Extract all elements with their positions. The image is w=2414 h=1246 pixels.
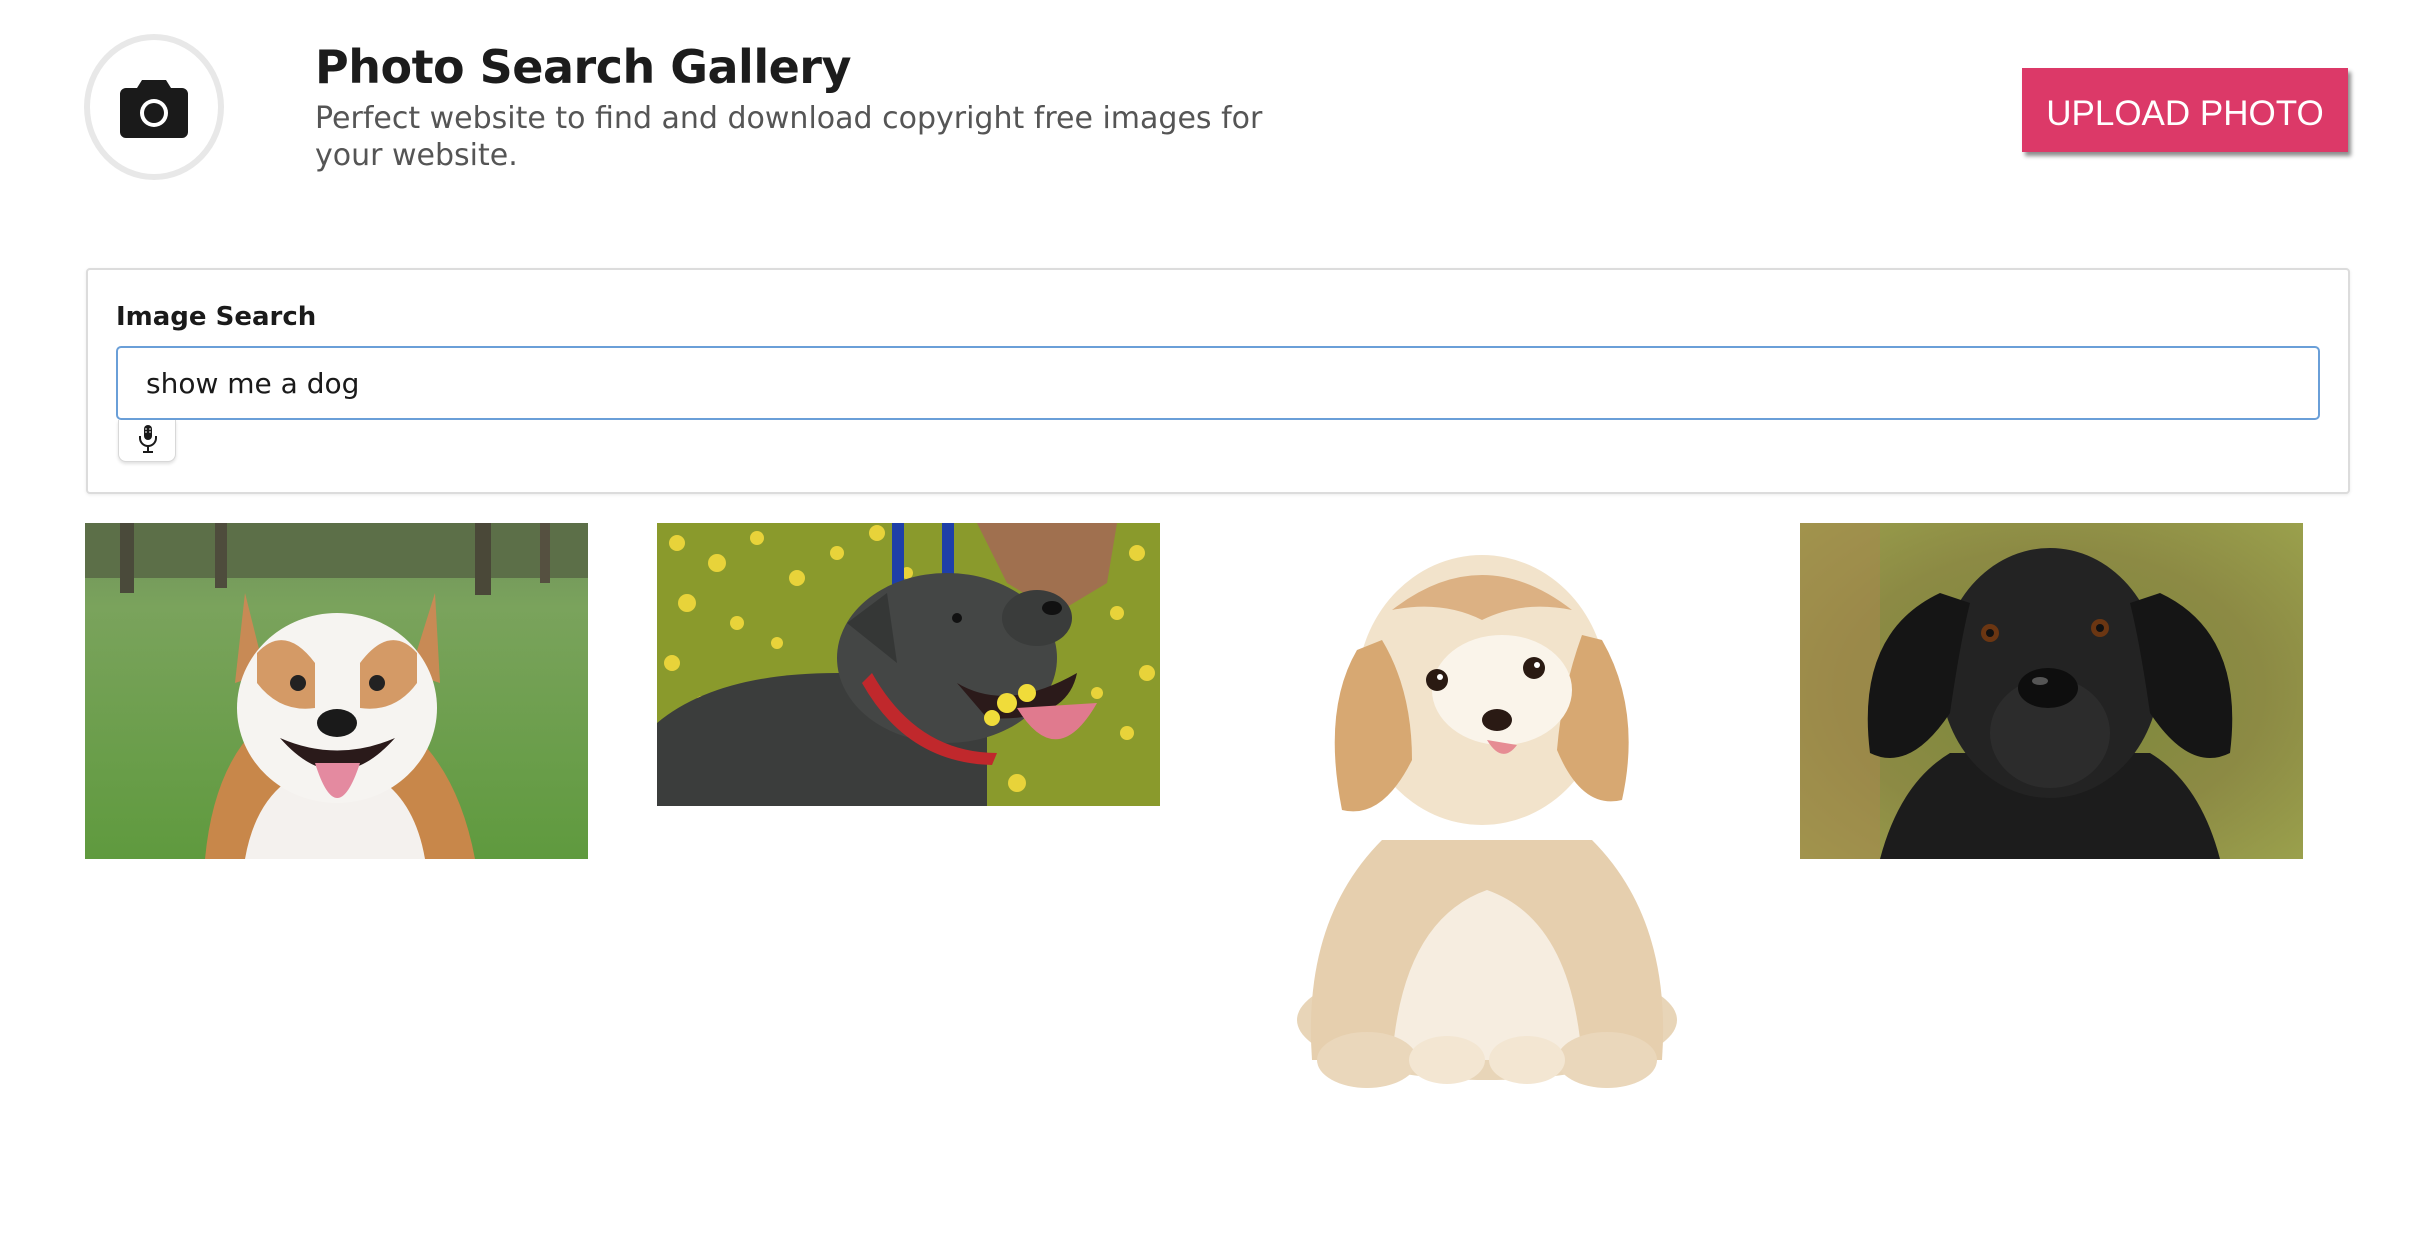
microphone-icon <box>139 425 157 453</box>
gallery-image-1[interactable] <box>85 523 588 859</box>
gallery-image-3[interactable] <box>1272 540 1702 1090</box>
dog-photo <box>85 523 588 859</box>
gallery-image-4[interactable] <box>1800 523 2303 859</box>
upload-photo-button[interactable]: UPLOAD PHOTO <box>2022 68 2348 152</box>
image-search-input[interactable] <box>116 346 2320 420</box>
dog-photo <box>657 523 1160 806</box>
image-search-label: Image Search <box>116 302 317 332</box>
page-subtitle: Perfect website to find and download cop… <box>315 101 1263 173</box>
dog-photo <box>1800 523 2303 859</box>
camera-icon <box>120 80 188 138</box>
page-header: Photo Search Gallery Perfect website to … <box>0 0 2414 230</box>
page-title: Photo Search Gallery <box>315 40 851 94</box>
image-search-panel: Image Search <box>86 268 2350 494</box>
voice-search-button[interactable] <box>118 420 176 462</box>
gallery-image-2[interactable] <box>657 523 1160 806</box>
dog-photo <box>1272 540 1702 1090</box>
logo <box>84 34 224 180</box>
